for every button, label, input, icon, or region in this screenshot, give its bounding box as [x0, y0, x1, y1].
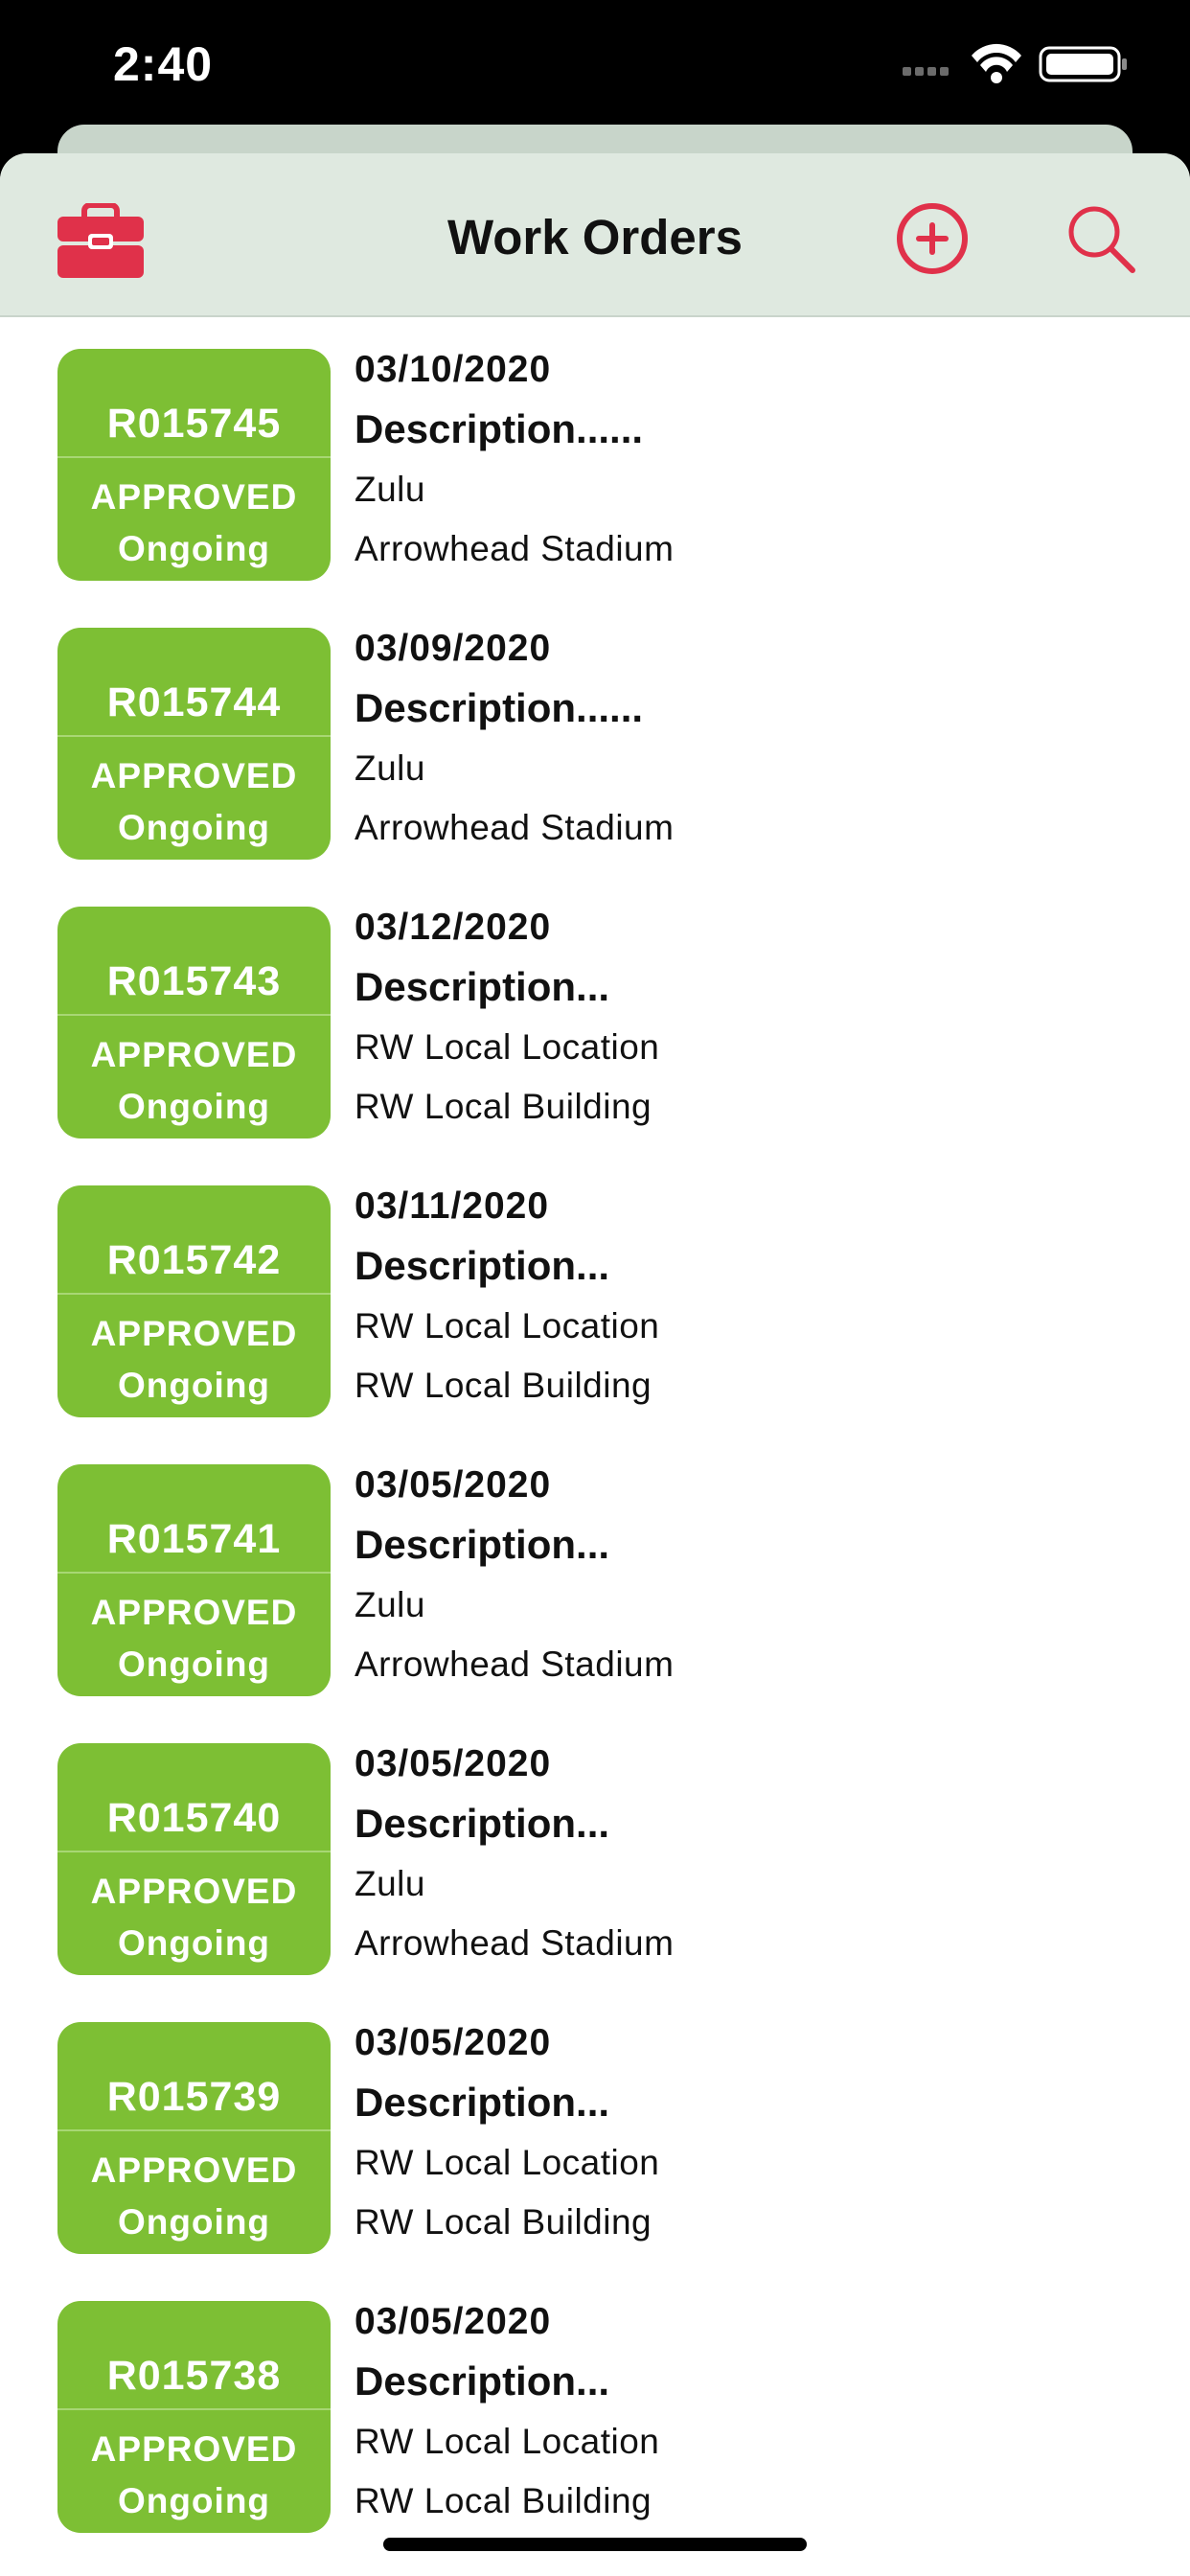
work-order-building: Arrowhead Stadium — [355, 529, 675, 568]
work-order-status: APPROVED — [90, 477, 298, 517]
status-icons — [903, 43, 1127, 83]
work-order-badge: R015741 APPROVED Ongoing — [57, 1464, 331, 1696]
work-order-badge: R015743 APPROVED Ongoing — [57, 907, 331, 1138]
work-order-row[interactable]: R015741 APPROVED Ongoing 03/05/2020 Desc… — [0, 1464, 1190, 1743]
work-order-description: Description...... — [355, 406, 644, 451]
work-order-badge: R015739 APPROVED Ongoing — [57, 2022, 331, 2254]
battery-icon — [1039, 46, 1127, 82]
work-orders-sheet: Work Orders R015745 APPROVED Ongoing 03/… — [0, 153, 1190, 2576]
navigation-bar: Work Orders — [0, 153, 1190, 317]
work-order-badge: R015742 APPROVED Ongoing — [57, 1185, 331, 1417]
work-order-building: Arrowhead Stadium — [355, 1923, 675, 1963]
work-order-row[interactable]: R015740 APPROVED Ongoing 03/05/2020 Desc… — [0, 1743, 1190, 2022]
work-order-row[interactable]: R015739 APPROVED Ongoing 03/05/2020 Desc… — [0, 2022, 1190, 2301]
search-icon[interactable] — [1065, 203, 1138, 276]
work-order-description: Description... — [355, 1522, 610, 1567]
work-order-status: APPROVED — [90, 2150, 298, 2190]
status-time: 2:40 — [113, 37, 214, 91]
work-order-id: R015740 — [106, 1795, 282, 1841]
work-order-date: 03/09/2020 — [355, 628, 552, 669]
work-order-location: Zulu — [355, 1585, 425, 1624]
work-order-row[interactable]: R015743 APPROVED Ongoing 03/12/2020 Desc… — [0, 907, 1190, 1185]
app-screen: 2:40 Work Orders R015745 APPROVED Ongoin… — [0, 0, 1190, 2576]
work-order-description: Description... — [355, 2080, 610, 2125]
work-order-phase: Ongoing — [117, 529, 271, 568]
work-order-status: APPROVED — [90, 1872, 298, 1911]
work-order-location: RW Local Location — [355, 1306, 660, 1346]
badge-divider — [57, 735, 331, 737]
work-order-building: Arrowhead Stadium — [355, 808, 675, 847]
work-order-location: RW Local Location — [355, 1027, 660, 1067]
work-order-location: RW Local Location — [355, 2143, 660, 2182]
work-order-date: 03/11/2020 — [355, 1185, 550, 1227]
work-order-id: R015739 — [106, 2074, 282, 2120]
work-order-location: RW Local Location — [355, 2422, 660, 2461]
work-order-description: Description...... — [355, 685, 644, 730]
work-order-id: R015745 — [106, 401, 282, 447]
work-order-id: R015744 — [106, 679, 282, 725]
work-order-status: APPROVED — [90, 1314, 298, 1353]
work-order-id: R015743 — [106, 958, 282, 1004]
badge-divider — [57, 456, 331, 458]
work-order-row[interactable]: R015745 APPROVED Ongoing 03/10/2020 Desc… — [0, 349, 1190, 628]
work-order-building: RW Local Building — [355, 2481, 652, 2520]
wifi-icon — [972, 43, 1021, 83]
work-order-phase: Ongoing — [117, 1366, 271, 1405]
work-order-badge: R015745 APPROVED Ongoing — [57, 349, 331, 581]
work-order-description: Description... — [355, 2358, 610, 2404]
work-order-phase: Ongoing — [117, 1923, 271, 1963]
work-order-date: 03/10/2020 — [355, 349, 552, 390]
badge-divider — [57, 2129, 331, 2131]
work-order-badge: R015738 APPROVED Ongoing — [57, 2301, 331, 2533]
work-order-id: R015741 — [106, 1516, 282, 1562]
work-order-id: R015738 — [106, 2353, 282, 2399]
badge-divider — [57, 1014, 331, 1016]
work-order-description: Description... — [355, 1801, 610, 1846]
work-order-status: APPROVED — [90, 1593, 298, 1632]
work-order-building: RW Local Building — [355, 1087, 652, 1126]
home-indicator[interactable] — [383, 2538, 807, 2551]
work-order-badge: R015740 APPROVED Ongoing — [57, 1743, 331, 1975]
work-order-list: R015745 APPROVED Ongoing 03/10/2020 Desc… — [0, 349, 1190, 2576]
work-order-phase: Ongoing — [117, 2202, 271, 2242]
badge-divider — [57, 1851, 331, 1852]
work-order-id: R015742 — [106, 1237, 282, 1283]
work-order-location: Zulu — [355, 748, 425, 788]
work-order-date: 03/05/2020 — [355, 2022, 552, 2063]
work-order-phase: Ongoing — [117, 2481, 271, 2520]
work-order-description: Description... — [355, 964, 610, 1009]
work-order-row[interactable]: R015742 APPROVED Ongoing 03/11/2020 Desc… — [0, 1185, 1190, 1464]
work-order-description: Description... — [355, 1243, 610, 1288]
work-order-status: APPROVED — [90, 2429, 298, 2469]
work-order-date: 03/12/2020 — [355, 907, 552, 948]
work-order-location: Zulu — [355, 470, 425, 509]
work-order-date: 03/05/2020 — [355, 2301, 552, 2342]
work-order-building: Arrowhead Stadium — [355, 1644, 675, 1684]
work-order-phase: Ongoing — [117, 808, 271, 847]
page-title: Work Orders — [447, 210, 743, 264]
work-order-phase: Ongoing — [117, 1087, 271, 1126]
work-order-badge: R015744 APPROVED Ongoing — [57, 628, 331, 860]
status-bar: 2:40 — [0, 0, 1190, 129]
work-order-status: APPROVED — [90, 756, 298, 795]
badge-divider — [57, 2408, 331, 2410]
work-order-date: 03/05/2020 — [355, 1464, 552, 1506]
work-order-phase: Ongoing — [117, 1644, 271, 1684]
work-order-row[interactable]: R015738 APPROVED Ongoing 03/05/2020 Desc… — [0, 2301, 1190, 2576]
cellular-signal-icon — [903, 67, 949, 76]
work-order-location: Zulu — [355, 1864, 425, 1903]
badge-divider — [57, 1293, 331, 1295]
work-order-row[interactable]: R015744 APPROVED Ongoing 03/09/2020 Desc… — [0, 628, 1190, 907]
work-order-status: APPROVED — [90, 1035, 298, 1074]
work-order-building: RW Local Building — [355, 2202, 652, 2242]
add-circle-icon[interactable] — [895, 201, 970, 276]
work-order-date: 03/05/2020 — [355, 1743, 552, 1784]
badge-divider — [57, 1572, 331, 1574]
work-order-building: RW Local Building — [355, 1366, 652, 1405]
